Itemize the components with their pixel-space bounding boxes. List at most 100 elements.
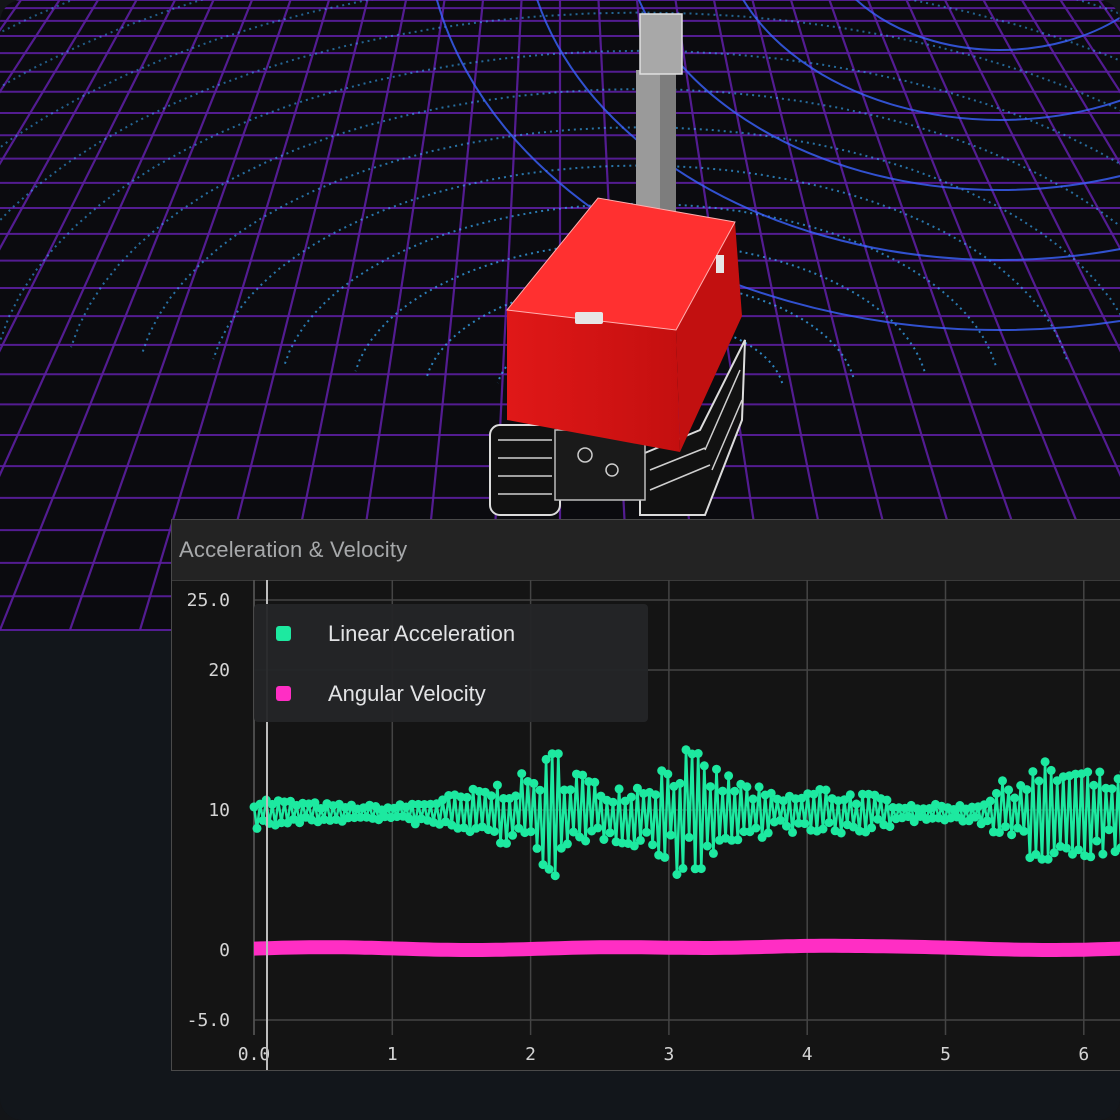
data-point — [705, 782, 715, 792]
data-point — [648, 840, 658, 850]
data-point — [526, 827, 536, 837]
data-point — [991, 788, 1001, 798]
data-point — [462, 792, 472, 802]
x-tick-label: 1 — [387, 1044, 398, 1065]
x-tick-label: 0.0 — [238, 1044, 271, 1065]
data-point — [489, 827, 499, 836]
data-point — [1028, 767, 1038, 777]
legend-swatch — [276, 626, 291, 641]
legend-item-linear-acceleration[interactable]: Linear Acceleration — [254, 614, 648, 654]
data-point — [599, 835, 609, 844]
data-point — [718, 786, 728, 796]
data-point — [684, 832, 694, 842]
data-point — [550, 871, 560, 881]
data-point — [1113, 774, 1120, 784]
data-point — [660, 852, 670, 862]
data-point — [252, 823, 262, 833]
data-point — [1089, 780, 1099, 790]
data-point — [763, 828, 773, 838]
data-point — [882, 795, 892, 805]
data-point — [593, 823, 603, 833]
data-point — [529, 778, 539, 788]
legend-item-angular-velocity[interactable]: Angular Velocity — [254, 674, 648, 714]
data-point — [535, 785, 545, 795]
data-point — [608, 797, 618, 807]
legend-label: Angular Velocity — [328, 681, 486, 706]
data-point — [1086, 852, 1096, 862]
data-point — [511, 791, 521, 801]
data-point — [1001, 822, 1010, 832]
y-tick-label: 10 — [208, 800, 230, 821]
data-point — [696, 864, 706, 874]
y-tick-label: 20 — [208, 660, 230, 681]
data-point — [614, 784, 624, 794]
data-point — [1104, 825, 1114, 835]
data-point — [970, 812, 980, 822]
data-point — [1046, 765, 1056, 775]
data-point — [1004, 785, 1014, 795]
data-point — [635, 835, 645, 845]
data-point — [800, 819, 810, 829]
data-point — [836, 828, 846, 838]
data-point — [885, 822, 895, 832]
data-point — [486, 791, 496, 801]
data-point — [702, 841, 712, 851]
time-series-plot[interactable]: 0.0 1 2 3 4 5 6 25.0 20 10 0 -5.0 — [0, 0, 1120, 1120]
data-point — [985, 796, 995, 806]
x-tick-label: 6 — [1078, 1044, 1089, 1065]
data-point — [517, 769, 527, 779]
data-point — [626, 792, 636, 802]
data-point — [733, 835, 743, 845]
data-point — [581, 836, 591, 846]
data-point — [605, 828, 615, 838]
x-tick-label: 4 — [802, 1044, 813, 1065]
y-tick-label: -5.0 — [187, 1010, 230, 1031]
x-tick-label: 2 — [525, 1044, 536, 1065]
data-point — [751, 823, 761, 833]
data-point — [1040, 757, 1050, 767]
data-point — [845, 790, 855, 800]
series-angular-velocity — [254, 938, 1120, 957]
y-tick-label: 25.0 — [187, 590, 230, 611]
data-point — [532, 843, 542, 853]
data-point — [502, 838, 511, 848]
data-point — [724, 771, 734, 781]
data-point — [562, 839, 572, 849]
angular-velocity-band — [254, 938, 1120, 957]
data-point — [821, 785, 831, 795]
data-point — [754, 782, 764, 792]
data-point — [492, 780, 502, 790]
data-point — [1098, 849, 1108, 859]
data-point — [748, 794, 758, 804]
data-point — [508, 830, 518, 840]
data-point — [851, 799, 861, 809]
data-point — [824, 818, 834, 828]
y-tick-label: 0 — [219, 940, 230, 961]
data-point — [1022, 785, 1032, 795]
data-point — [590, 777, 600, 787]
data-point — [730, 786, 740, 796]
series-linear-acceleration — [249, 745, 1120, 881]
data-point — [742, 782, 752, 792]
data-point — [553, 749, 563, 759]
data-point — [712, 764, 721, 774]
data-point — [1034, 776, 1044, 786]
data-point — [1019, 826, 1029, 836]
x-tick-label: 5 — [940, 1044, 951, 1065]
data-point — [565, 785, 575, 795]
data-point — [1010, 793, 1020, 803]
data-point — [675, 778, 685, 788]
data-point — [678, 863, 688, 873]
data-point — [982, 816, 992, 826]
data-point — [666, 830, 676, 840]
plot-legend: Linear Acceleration Angular Velocity — [254, 604, 648, 722]
data-point — [1107, 784, 1117, 794]
legend-swatch — [276, 686, 291, 701]
data-point — [1083, 767, 1093, 777]
x-tick-label: 3 — [663, 1044, 674, 1065]
data-point — [788, 827, 797, 837]
data-point — [1095, 767, 1105, 777]
data-point — [1092, 836, 1102, 846]
data-point — [663, 769, 673, 779]
data-point — [1007, 830, 1017, 840]
